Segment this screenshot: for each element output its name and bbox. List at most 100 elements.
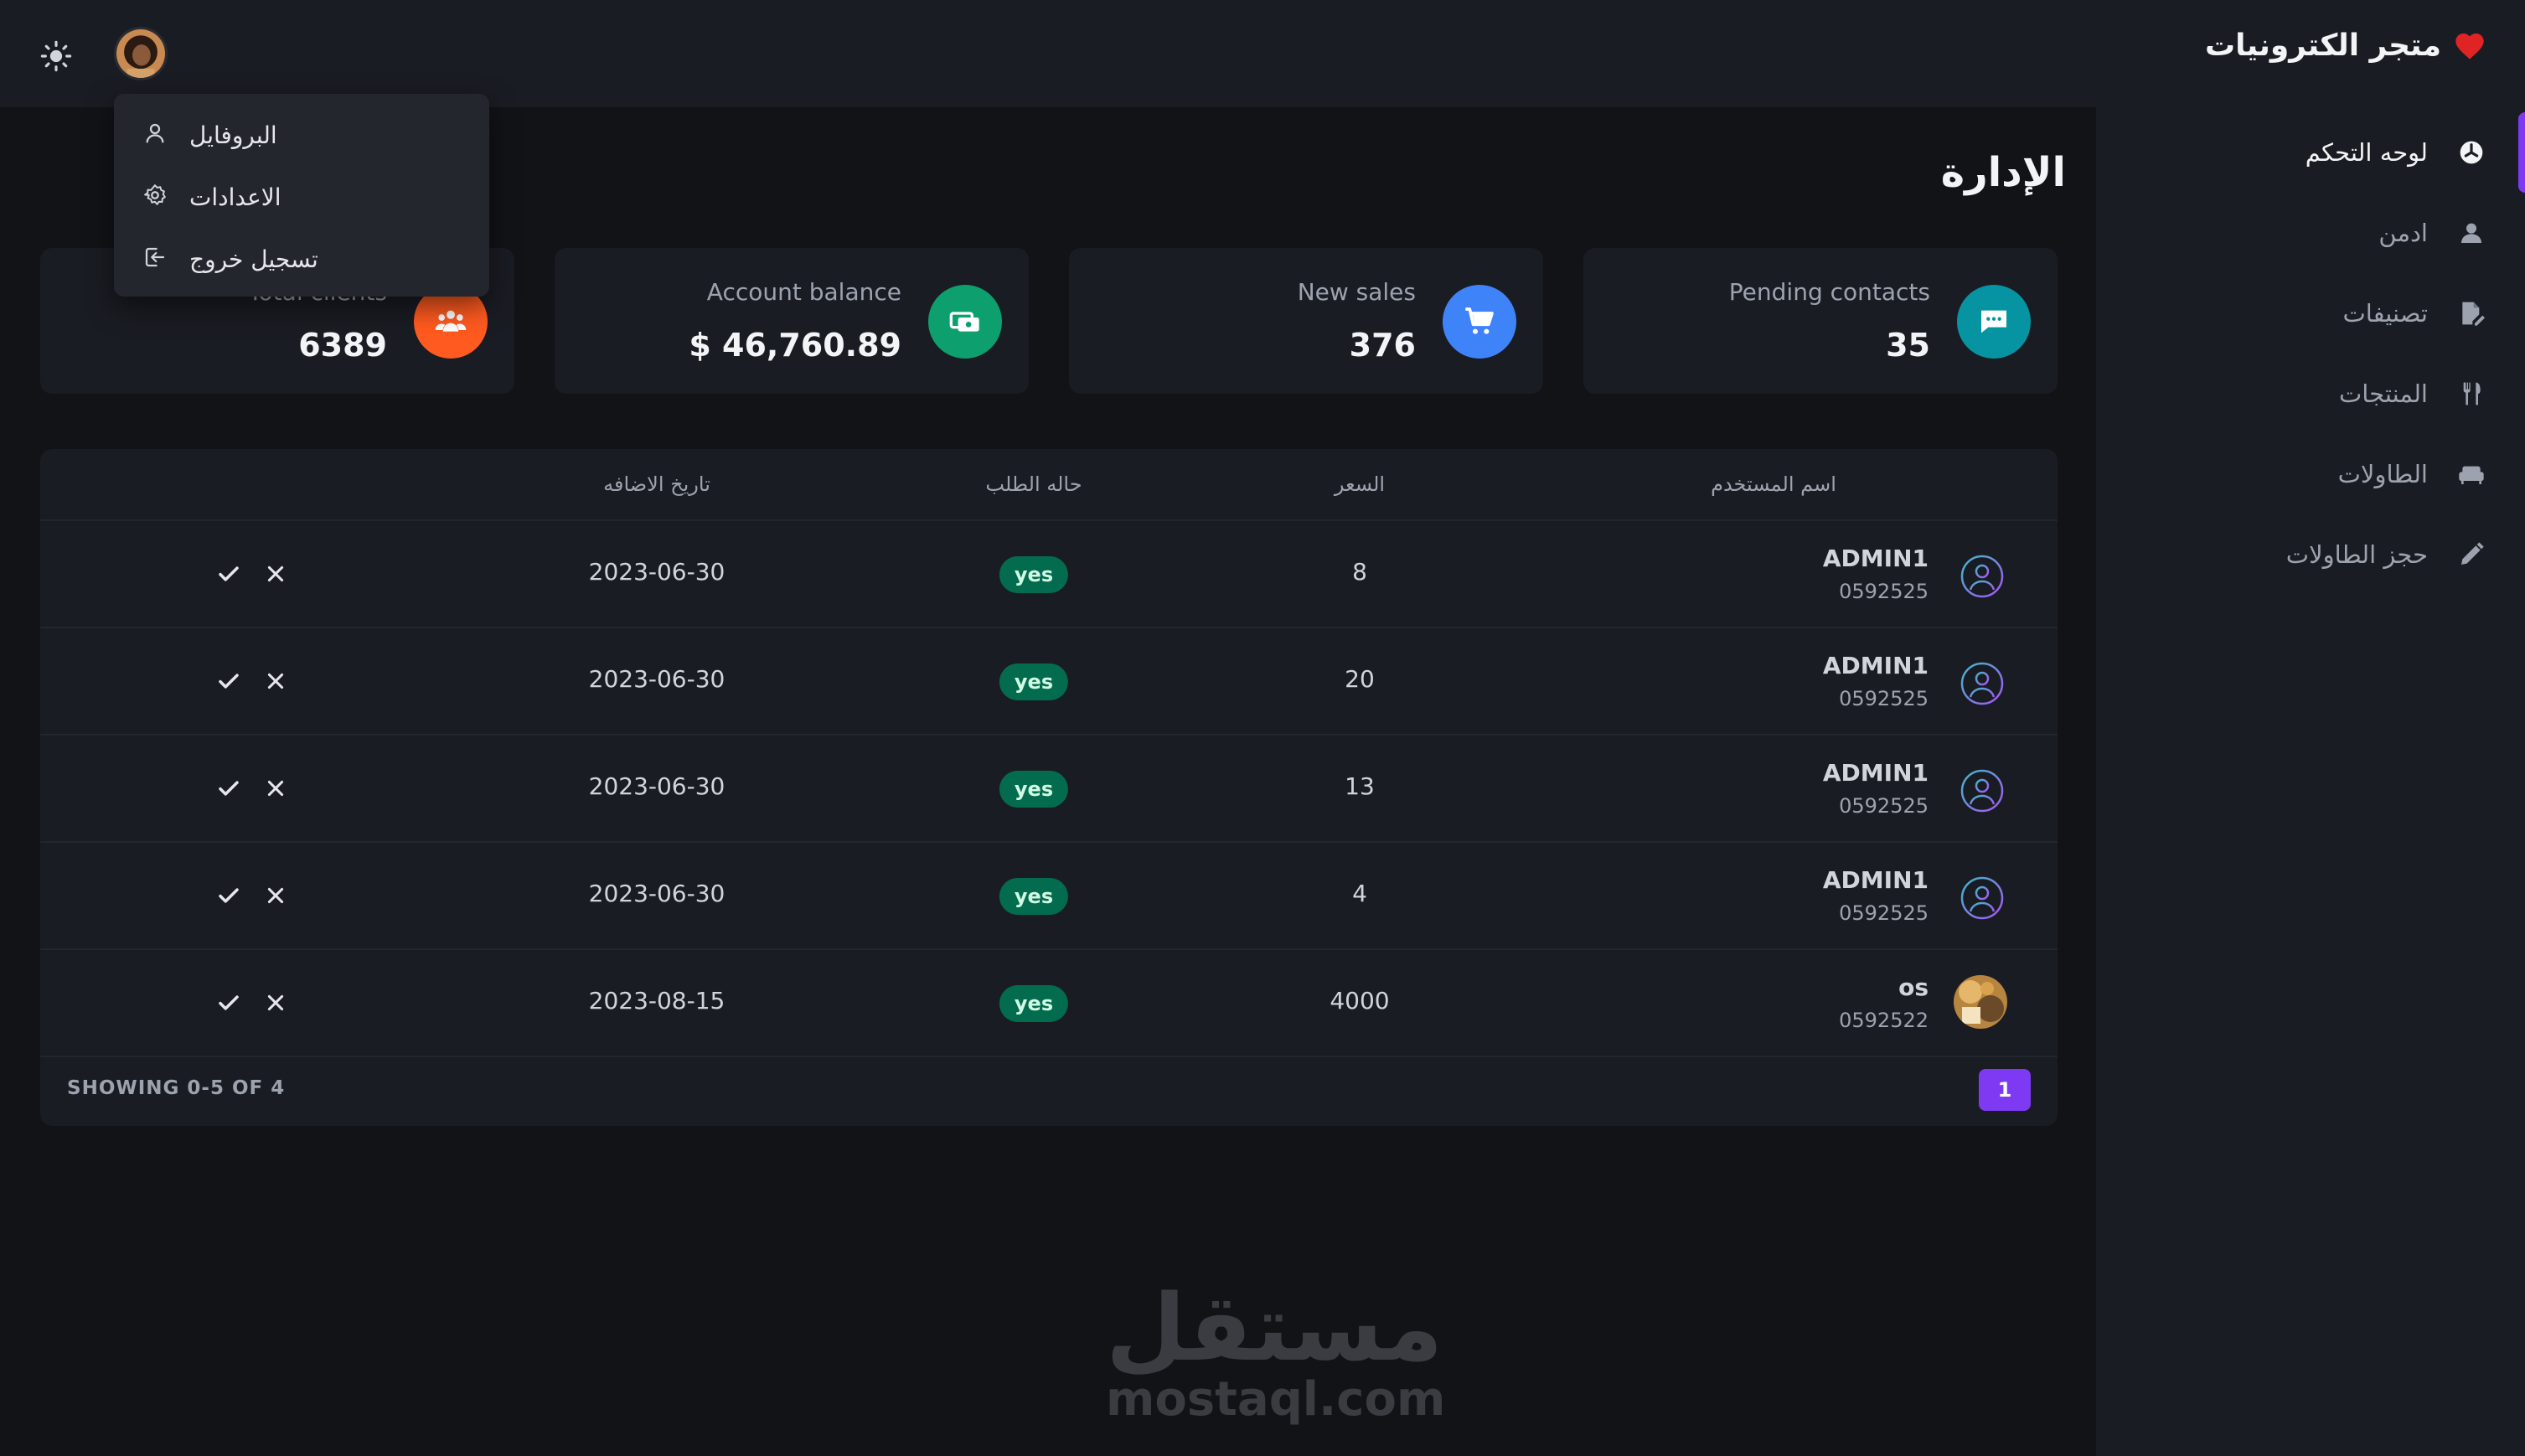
logout-icon [142,245,168,273]
money-icon [928,285,1002,359]
watermark-logo: مستقل mostaql.com [1106,1274,1446,1427]
user-name: ADMIN1 [1822,759,1929,787]
user-outline-icon [142,121,168,149]
reject-close-icon[interactable] [265,777,287,799]
file-edit-icon [2456,298,2486,328]
stat-value: $ 46,760.89 [689,327,901,364]
date-cell: 2023-06-30 [588,665,725,693]
user-outline-avatar-icon [1957,551,2007,602]
price-cell: 4000 [1330,987,1390,1015]
reject-close-icon[interactable] [265,885,287,906]
stat-value: 6389 [298,327,387,364]
stat-label: Account balance [706,278,901,306]
date-cell: 2023-06-30 [588,880,725,907]
price-cell: 8 [1352,558,1367,586]
sidebar-item-dashboard[interactable]: لوحه التحكم [2096,112,2525,193]
user-outline-avatar-icon [1957,658,2007,709]
user-outline-avatar-icon [1957,873,2007,923]
utensils-icon [2456,379,2486,409]
status-badge: yes [999,985,1069,1022]
date-cell: 2023-06-30 [588,772,725,800]
sidebar-item-table-booking[interactable]: حجز الطاولات [2096,514,2525,595]
watermark-arabic: مستقل [1106,1274,1443,1381]
table-row: os 0592522 4000 yes 2023-08-15 [40,950,2058,1057]
dropdown-item-label: البروفايل [189,121,277,149]
dashboard-icon [2456,137,2486,168]
brand-name: متجر الكترونيات [2204,28,2441,63]
heart-icon [2453,29,2486,63]
table-footer: SHOWING 0-5 OF 4 1 [40,1054,2058,1126]
sidebar-item-label: ادمن [2378,219,2428,247]
dropdown-item-logout[interactable]: تسجيل خروج [114,228,489,290]
table-row: ADMIN1 0592525 4 yes 2023-06-30 [40,843,2058,950]
stat-value: 376 [1349,327,1416,364]
dropdown-item-profile[interactable]: البروفايل [114,104,489,166]
price-cell: 20 [1345,665,1375,693]
stat-label: New sales [1297,278,1416,306]
stat-card-pending-contacts: Pending contacts 35 [1583,248,2058,394]
active-indicator [2518,112,2525,193]
user-phone: 0592525 [1839,580,1929,603]
user-outline-avatar-icon [1957,766,2007,816]
user-name: os [1898,973,1929,1001]
gear-icon [142,183,168,211]
reject-close-icon[interactable] [265,992,287,1014]
sidebar-item-products[interactable]: المنتجات [2096,354,2525,434]
page-title: الإدارة [1940,149,2066,196]
user-phone: 0592525 [1839,794,1929,818]
user-name: ADMIN1 [1822,866,1929,894]
column-header-username: اسم المستخدم [1711,472,1836,496]
sidebar-item-categories[interactable]: تصنيفات [2096,273,2525,354]
sidebar-item-tables[interactable]: الطاولات [2096,434,2525,514]
top-header [0,0,2096,107]
approve-check-icon[interactable] [216,669,241,694]
user-phone: 0592522 [1839,1009,1929,1032]
sidebar-nav: لوحه التحكم ادمن تصنيفات المنتجات الطاول… [2096,112,2525,595]
sofa-icon [2456,459,2486,489]
sidebar: متجر الكترونيات لوحه التحكم ادمن تصنيفات [2096,0,2525,1456]
table-row: ADMIN1 0592525 20 yes 2023-06-30 [40,628,2058,736]
table-row: ADMIN1 0592525 13 yes 2023-06-30 [40,736,2058,843]
status-badge: yes [999,771,1069,808]
pencil-icon [2456,540,2486,570]
watermark-latin: mostaql.com [1106,1372,1446,1427]
table-header: اسم المستخدم السعر حاله الطلب تاريخ الاض… [40,449,2058,521]
stat-card-account-balance: Account balance $ 46,760.89 [555,248,1029,394]
column-header-status: حاله الطلب [985,472,1082,496]
sidebar-item-label: تصنيفات [2342,299,2428,328]
user-photo-avatar [1954,975,2007,1029]
sidebar-item-label: الطاولات [2337,460,2428,488]
column-header-price: السعر [1334,472,1386,496]
approve-check-icon[interactable] [216,883,241,908]
table-row: ADMIN1 0592525 8 yes 2023-06-30 [40,521,2058,628]
reject-close-icon[interactable] [265,670,287,692]
user-name: ADMIN1 [1822,545,1929,572]
stat-label: Pending contacts [1728,278,1930,306]
date-cell: 2023-08-15 [588,987,725,1015]
dropdown-item-label: تسجيل خروج [189,245,318,273]
pagination-page-button[interactable]: 1 [1979,1069,2031,1111]
chat-icon [1957,285,2031,359]
approve-check-icon[interactable] [216,990,241,1015]
price-cell: 4 [1352,880,1367,907]
avatar[interactable] [114,27,168,80]
approve-check-icon[interactable] [216,561,241,586]
dropdown-item-settings[interactable]: الاعدادات [114,166,489,228]
user-icon [2456,218,2486,248]
sidebar-item-admin[interactable]: ادمن [2096,193,2525,273]
stat-card-new-sales: New sales 376 [1069,248,1543,394]
profile-dropdown: البروفايل الاعدادات تسجيل خروج [114,94,489,297]
status-badge: yes [999,878,1069,915]
user-phone: 0592525 [1839,901,1929,925]
status-badge: yes [999,663,1069,700]
user-name: ADMIN1 [1822,652,1929,679]
status-badge: yes [999,556,1069,593]
brand[interactable]: متجر الكترونيات [2205,28,2486,63]
price-cell: 13 [1345,772,1375,800]
orders-table: اسم المستخدم السعر حاله الطلب تاريخ الاض… [40,449,2058,1126]
column-header-date: تاريخ الاضافه [603,472,710,496]
sun-icon[interactable] [40,40,72,72]
dropdown-item-label: الاعدادات [189,183,281,211]
approve-check-icon[interactable] [216,776,241,801]
reject-close-icon[interactable] [265,563,287,585]
